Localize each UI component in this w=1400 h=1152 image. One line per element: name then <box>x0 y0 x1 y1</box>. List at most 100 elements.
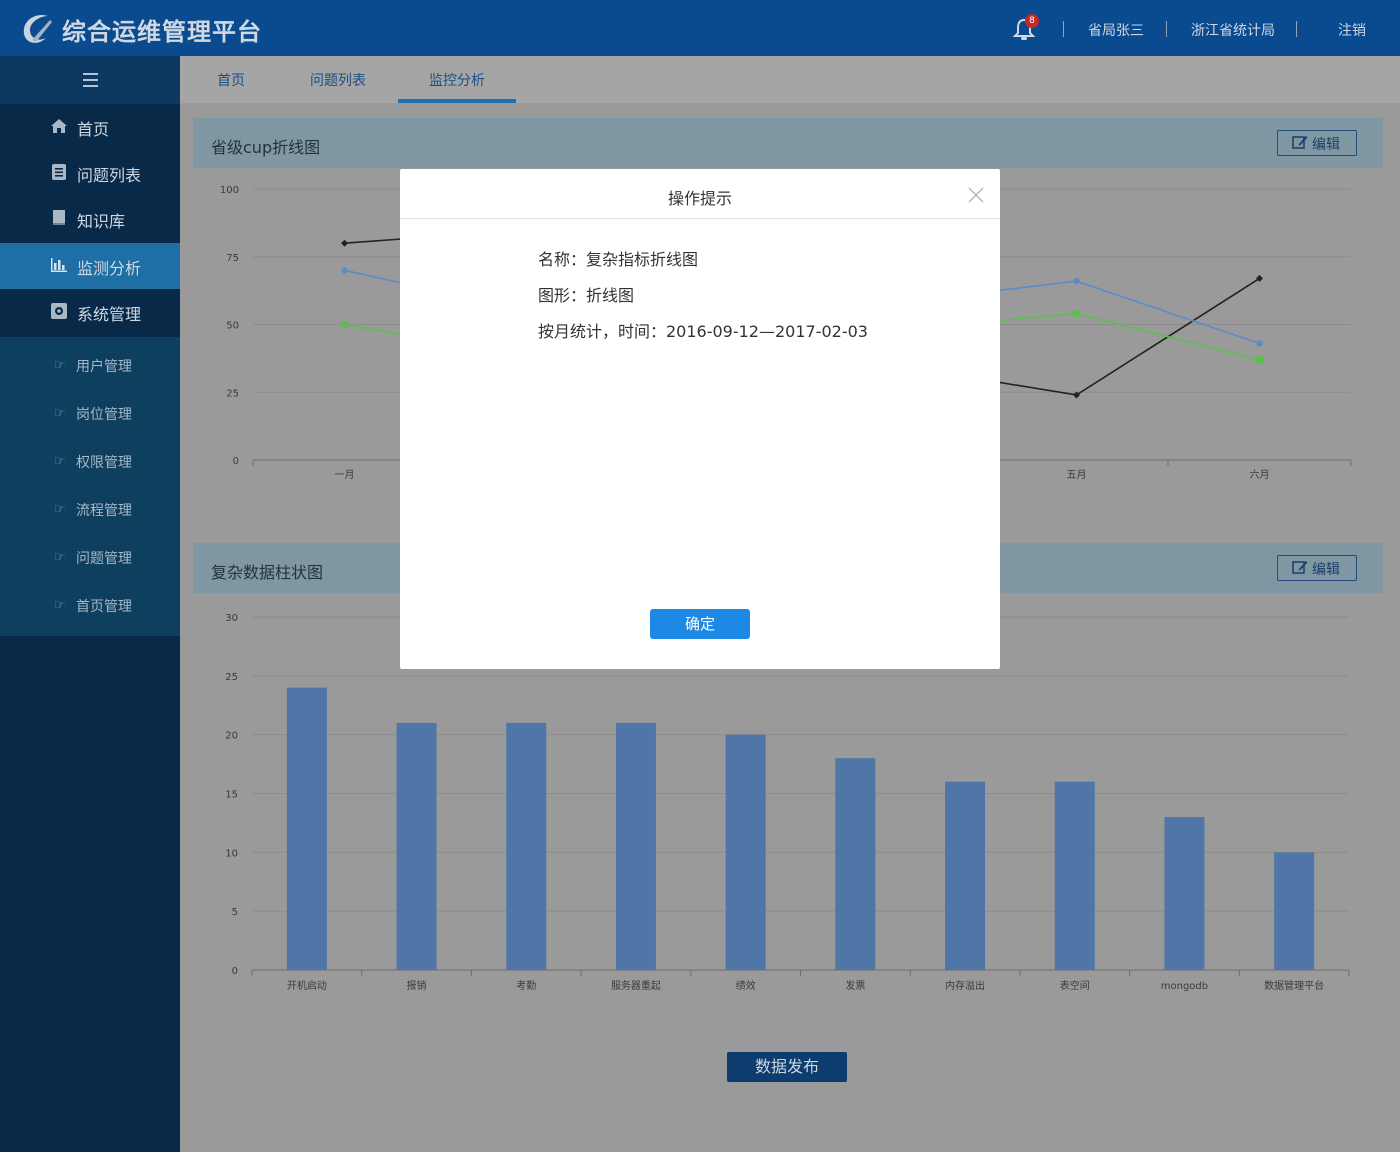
user-link[interactable]: 省局张三 <box>1088 20 1144 40</box>
pointer-hand-icon: ☞ <box>54 502 66 517</box>
sidebar-subitem-workflow[interactable]: ☞ 流程管理 <box>0 486 180 534</box>
bar <box>835 758 876 970</box>
sidebar-subitem-label: 问题管理 <box>76 551 132 567</box>
bar <box>1274 852 1315 970</box>
x-tick-label: mongodb <box>1161 981 1208 992</box>
bar <box>1164 817 1205 970</box>
top-header: 综合运维管理平台 8 省局张三 浙江省统计局 注销 <box>0 0 1400 56</box>
tab-home[interactable]: 首页 <box>217 70 245 90</box>
x-tick-label: 服务器重起 <box>611 979 661 992</box>
edit-label: 编辑 <box>1312 137 1340 153</box>
x-tick-label: 开机启动 <box>287 979 327 992</box>
gear-icon <box>51 303 67 319</box>
dialog-type-line: 图形：折线图 <box>538 286 635 305</box>
sidebar-subitem-label: 用户管理 <box>76 359 132 375</box>
bar <box>945 781 986 970</box>
sidebar-subitem-label: 岗位管理 <box>76 407 132 423</box>
system-submenu: ☞ 用户管理 ☞ 岗位管理 ☞ 权限管理 ☞ 流程管理 ☞ 问题管理 ☞ 首页管… <box>0 337 180 636</box>
dialog-period-line: 按月统计，时间：2016-09-12—2017-02-03 <box>538 322 868 341</box>
sidebar-subitem-permissions[interactable]: ☞ 权限管理 <box>0 438 180 486</box>
header-divider <box>1166 21 1167 37</box>
sidebar-item-monitor[interactable]: 监测分析 <box>0 243 180 289</box>
header-divider <box>1296 21 1297 37</box>
notification-badge: 8 <box>1025 14 1039 28</box>
tab-bar: 首页 问题列表 监控分析 <box>180 56 1400 103</box>
sidebar-item-label: 知识库 <box>77 212 126 231</box>
operation-dialog: 操作提示 名称：复杂指标折线图 图形：折线图 按月统计，时间：2016-09-1… <box>400 169 1000 669</box>
tab-monitor[interactable]: 监控分析 <box>429 70 485 90</box>
logo-icon <box>23 14 52 43</box>
edit-label: 编辑 <box>1312 562 1340 578</box>
bar <box>725 734 766 970</box>
panel-header: 省级cup折线图 编辑 <box>193 118 1383 168</box>
sidebar-item-issues[interactable]: 问题列表 <box>0 150 180 196</box>
bar-chart-icon <box>51 258 67 272</box>
y-tick-label: 50 <box>226 321 239 332</box>
bar <box>286 687 327 970</box>
sidebar-subitem-issues[interactable]: ☞ 问题管理 <box>0 534 180 582</box>
pointer-hand-icon: ☞ <box>54 550 66 565</box>
edit-button[interactable]: 编辑 <box>1277 555 1357 581</box>
data-point <box>1073 310 1080 318</box>
home-icon <box>51 119 67 133</box>
x-tick-label: 内存溢出 <box>945 979 985 992</box>
x-tick-label: 报销 <box>407 979 427 992</box>
panel-title: 复杂数据柱状图 <box>211 563 324 582</box>
sidebar-subitem-label: 首页管理 <box>76 599 132 615</box>
sidebar-subitem-homepage[interactable]: ☞ 首页管理 <box>0 582 180 630</box>
pointer-hand-icon: ☞ <box>54 598 66 613</box>
x-tick-label: 表空间 <box>1060 979 1090 992</box>
y-tick-label: 25 <box>225 672 238 683</box>
edit-icon <box>1292 561 1308 574</box>
active-tab-indicator <box>398 99 516 103</box>
sidebar-item-system[interactable]: 系统管理 <box>0 289 180 335</box>
logout-link[interactable]: 注销 <box>1338 20 1366 40</box>
y-tick-label: 0 <box>232 966 238 977</box>
panel-title: 省级cup折线图 <box>211 138 321 157</box>
x-tick-label: 数据管理平台 <box>1264 979 1324 992</box>
sidebar-item-label: 系统管理 <box>77 305 142 324</box>
sidebar-item-label: 首页 <box>77 120 110 139</box>
edit-button[interactable]: 编辑 <box>1277 130 1357 156</box>
data-point <box>341 267 348 274</box>
dialog-title: 操作提示 <box>667 189 732 208</box>
data-point <box>341 239 348 247</box>
header-divider <box>1063 21 1064 37</box>
dialog-name-line: 名称：复杂指标折线图 <box>538 250 699 269</box>
org-link[interactable]: 浙江省统计局 <box>1191 20 1275 40</box>
book-icon <box>53 210 65 225</box>
y-tick-label: 100 <box>220 185 239 196</box>
y-tick-label: 0 <box>233 456 239 467</box>
y-tick-label: 20 <box>225 731 238 742</box>
close-icon[interactable] <box>966 185 986 205</box>
publish-button[interactable]: 数据发布 <box>727 1052 847 1082</box>
bar <box>615 722 656 970</box>
sidebar-subitem-users[interactable]: ☞ 用户管理 <box>0 342 180 390</box>
app-title: 综合运维管理平台 <box>62 18 262 46</box>
x-tick-label: 绩效 <box>736 979 756 992</box>
y-tick-label: 30 <box>225 613 238 624</box>
sidebar: 首页 问题列表 知识库 监测分析 系统管理 ☞ 用户管理 ☞ 岗位管理 ☞ 权限… <box>0 56 180 1152</box>
sidebar-subitem-label: 权限管理 <box>76 455 132 471</box>
y-tick-label: 15 <box>225 790 238 801</box>
pointer-hand-icon: ☞ <box>54 454 66 469</box>
sidebar-item-home[interactable]: 首页 <box>0 104 180 150</box>
data-point <box>1256 356 1263 364</box>
confirm-button[interactable]: 确定 <box>650 609 750 639</box>
dialog-divider <box>400 218 1000 219</box>
x-tick-label: 发票 <box>845 979 865 992</box>
data-point <box>1256 340 1263 347</box>
data-point <box>1073 277 1080 285</box>
sidebar-subitem-positions[interactable]: ☞ 岗位管理 <box>0 390 180 438</box>
tab-issues[interactable]: 问题列表 <box>310 70 366 90</box>
bar <box>1054 781 1095 970</box>
bar <box>506 722 547 970</box>
pointer-hand-icon: ☞ <box>54 358 66 373</box>
sidebar-item-label: 监测分析 <box>77 259 142 278</box>
x-tick-label: 六月 <box>1250 469 1270 481</box>
bar <box>396 722 437 970</box>
hamburger-icon <box>83 73 98 87</box>
menu-toggle-button[interactable] <box>0 56 180 104</box>
y-tick-label: 10 <box>225 848 238 859</box>
sidebar-item-knowledge[interactable]: 知识库 <box>0 196 180 242</box>
